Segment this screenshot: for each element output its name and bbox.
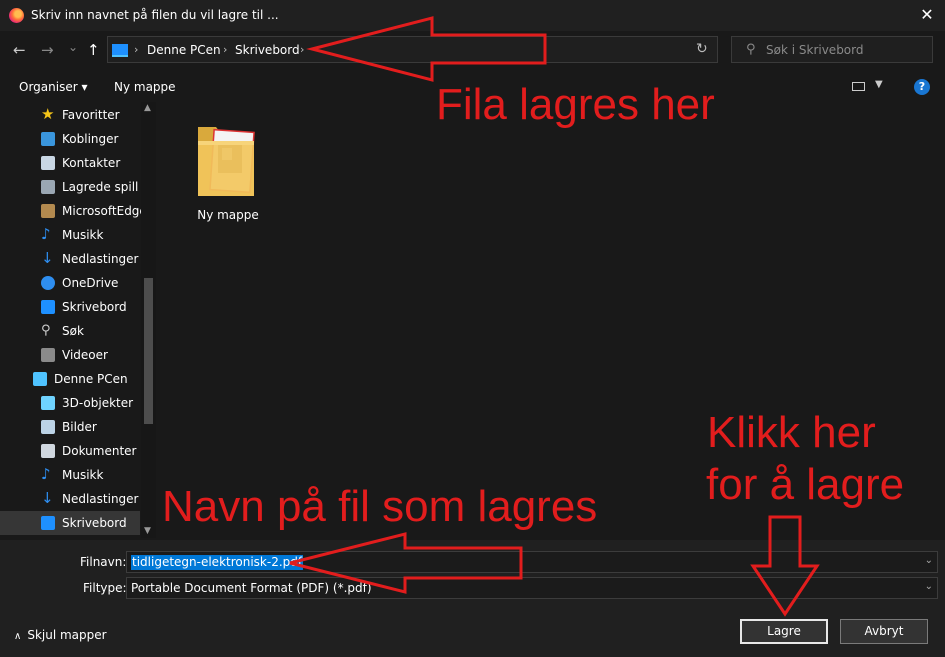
arrow-to-address-bar <box>306 16 547 82</box>
arrow-to-filename <box>289 532 523 594</box>
annotation-filename-hint: Navn på fil som lagres <box>162 482 598 531</box>
annotation-folder-hint: Fila lagres her <box>436 80 715 129</box>
annotation-save-hint-line2: for å lagre <box>706 460 905 509</box>
arrow-to-save-button <box>750 515 820 617</box>
annotation-save-hint-line1: Klikk her <box>707 408 876 457</box>
